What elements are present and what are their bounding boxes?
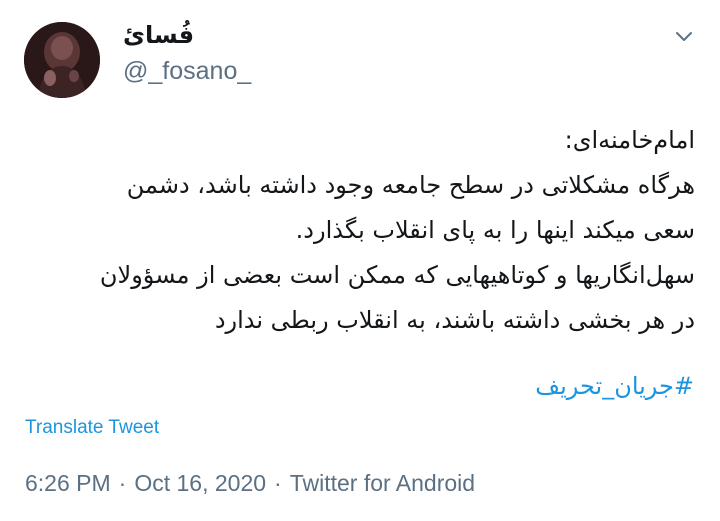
- tweet-text-line: در هر بخشی داشته باشند، به انقلاب ربطی ن…: [214, 306, 695, 334]
- tweet-text: امام‌خامنه‌ای: هرگاه مشکلاتی در سطح جامع…: [18, 118, 695, 343]
- avatar-image: [24, 22, 100, 98]
- tweet-source[interactable]: Twitter for Android: [290, 470, 475, 496]
- separator-dot: ·: [118, 470, 127, 496]
- tweet-card: فُسائ @_fosano_ امام‌خامنه‌ای: هرگاه مشک…: [0, 0, 720, 521]
- hashtag-link[interactable]: #جریان_تحریف: [535, 366, 694, 406]
- tweet-text-line: امام‌خامنه‌ای:: [564, 126, 695, 154]
- display-name[interactable]: فُسائ: [123, 20, 194, 50]
- tweet-time[interactable]: 6:26 PM: [25, 470, 111, 496]
- tweet-text-line: هرگاه مشکلاتی در سطح جامعه وجود داشته با…: [126, 171, 695, 199]
- tweet-date[interactable]: Oct 16, 2020: [134, 470, 266, 496]
- avatar[interactable]: [24, 22, 100, 98]
- separator-dot: ·: [274, 470, 282, 496]
- chevron-down-icon[interactable]: [672, 24, 696, 48]
- username[interactable]: @_fosano_: [123, 56, 251, 86]
- translate-tweet-link[interactable]: Translate Tweet: [25, 415, 159, 441]
- tweet-text-line: سعی میکند اینها را به پای انقلاب بگذارد.: [295, 216, 695, 244]
- tweet-metadata: 6:26 PM · Oct 16, 2020 · Twitter for Android: [25, 468, 475, 498]
- tweet-text-line: سهل‌انگاریها و کوتاهیهایی که ممکن است بع…: [99, 261, 695, 289]
